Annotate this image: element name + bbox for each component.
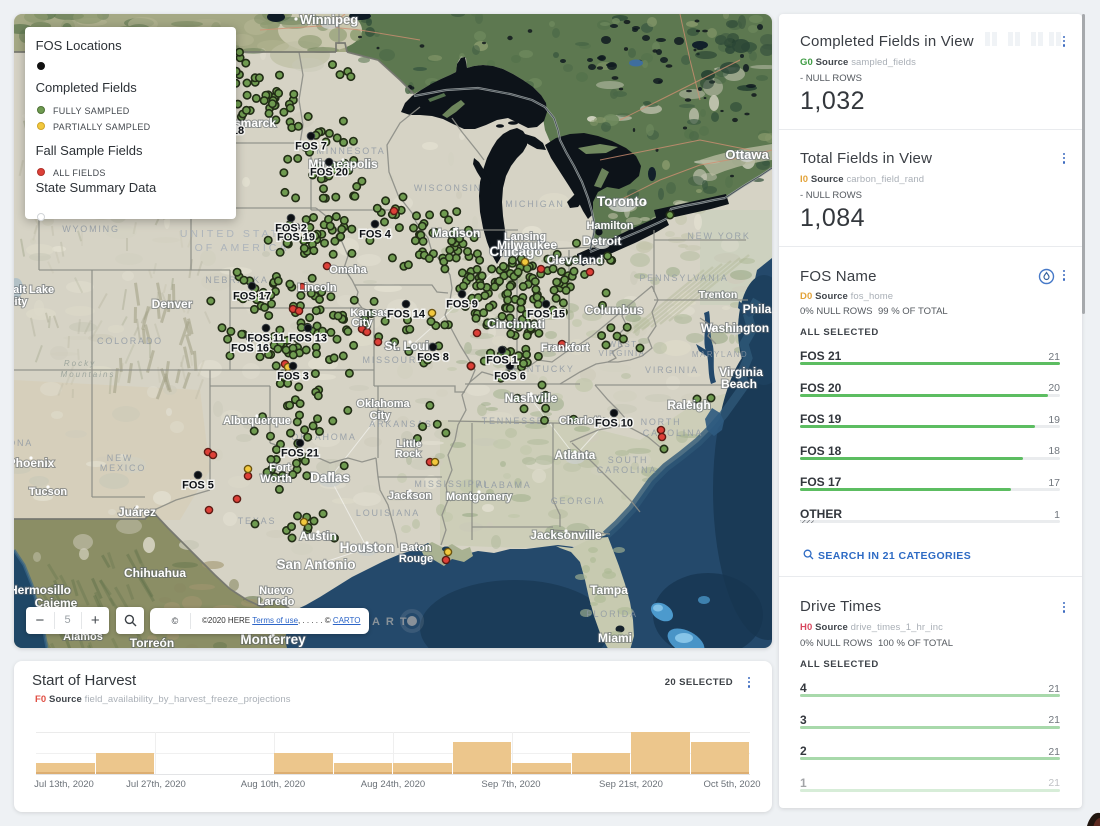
svg-text:MISSOURI: MISSOURI bbox=[363, 355, 422, 365]
svg-text:Worth: Worth bbox=[260, 473, 292, 485]
svg-text:ALABAMA: ALABAMA bbox=[476, 480, 531, 490]
svg-text:MARYLAND: MARYLAND bbox=[692, 350, 748, 359]
svg-text:Mountains: Mountains bbox=[61, 370, 116, 379]
svg-text:FOS 1: FOS 1 bbox=[486, 355, 518, 367]
svg-text:Columbus: Columbus bbox=[585, 303, 644, 317]
svg-text:City: City bbox=[14, 296, 28, 308]
svg-text:Omaha: Omaha bbox=[329, 264, 367, 276]
svg-text:Ottawa: Ottawa bbox=[725, 147, 769, 162]
svg-text:GEORGIA: GEORGIA bbox=[551, 496, 606, 506]
svg-text:WISCONSIN: WISCONSIN bbox=[414, 183, 482, 193]
svg-text:Denver: Denver bbox=[152, 297, 193, 311]
svg-text:Hermosillo: Hermosillo bbox=[14, 583, 71, 597]
svg-text:Phoenix: Phoenix bbox=[14, 456, 55, 470]
svg-text:Oklahoma: Oklahoma bbox=[356, 398, 410, 410]
svg-text:Chihuahua: Chihuahua bbox=[124, 566, 186, 580]
svg-text:Toronto: Toronto bbox=[597, 194, 647, 209]
svg-text:FOS 5: FOS 5 bbox=[182, 480, 214, 492]
svg-text:Salt Lake: Salt Lake bbox=[14, 284, 54, 296]
svg-text:SOUTH: SOUTH bbox=[608, 455, 649, 465]
svg-text:FOS 6: FOS 6 bbox=[494, 371, 526, 383]
svg-text:Winnipeg: Winnipeg bbox=[300, 14, 358, 27]
svg-text:Trenton: Trenton bbox=[699, 289, 738, 301]
svg-text:Raleigh: Raleigh bbox=[667, 398, 710, 412]
svg-text:Rocky: Rocky bbox=[64, 359, 96, 368]
svg-text:COLORADO: COLORADO bbox=[97, 336, 163, 346]
svg-text:FOS 21: FOS 21 bbox=[281, 448, 319, 460]
svg-text:WYOMING: WYOMING bbox=[62, 224, 120, 234]
svg-text:City: City bbox=[352, 317, 374, 329]
svg-text:Rock: Rock bbox=[395, 448, 421, 460]
svg-text:PENNSYLVANIA: PENNSYLVANIA bbox=[639, 273, 728, 283]
svg-text:FOS 20: FOS 20 bbox=[310, 167, 348, 179]
svg-text:NORTH: NORTH bbox=[641, 417, 682, 427]
svg-text:Rouge: Rouge bbox=[399, 553, 433, 565]
svg-text:Atlanta: Atlanta bbox=[555, 448, 596, 462]
svg-text:City: City bbox=[370, 410, 392, 422]
svg-text:Frankfort: Frankfort bbox=[541, 342, 590, 354]
svg-text:MICHIGAN: MICHIGAN bbox=[505, 199, 564, 209]
svg-text:FOS 16: FOS 16 bbox=[231, 343, 269, 355]
svg-text:Laredo: Laredo bbox=[258, 596, 295, 608]
svg-text:ZONA: ZONA bbox=[14, 438, 33, 448]
svg-text:Phila: Phila bbox=[743, 302, 772, 316]
svg-text:Torreón: Torreón bbox=[130, 636, 174, 648]
svg-text:CAROLINA: CAROLINA bbox=[643, 428, 703, 438]
svg-text:OF AMERICA: OF AMERICA bbox=[195, 242, 290, 254]
svg-text:Dallas: Dallas bbox=[310, 470, 350, 485]
svg-text:NEW: NEW bbox=[107, 453, 133, 463]
svg-text:FOS 10: FOS 10 bbox=[595, 418, 633, 430]
svg-text:FOS 17: FOS 17 bbox=[233, 291, 271, 303]
svg-text:FOS 15: FOS 15 bbox=[527, 309, 565, 321]
svg-text:FOS 13: FOS 13 bbox=[289, 333, 327, 345]
svg-text:Hamilton: Hamilton bbox=[586, 220, 633, 232]
svg-text:LOUISIANA: LOUISIANA bbox=[356, 508, 420, 518]
svg-text:Washington: Washington bbox=[701, 321, 769, 335]
svg-text:Lansing: Lansing bbox=[504, 231, 546, 243]
svg-text:MEXICO: MEXICO bbox=[100, 463, 146, 473]
svg-text:Detroit: Detroit bbox=[583, 234, 622, 248]
svg-text:Beach: Beach bbox=[721, 377, 757, 391]
svg-text:FOS 3: FOS 3 bbox=[277, 371, 309, 383]
svg-text:FOS 7: FOS 7 bbox=[295, 141, 327, 153]
svg-text:Cleveland: Cleveland bbox=[547, 253, 604, 267]
svg-text:FOS 8: FOS 8 bbox=[417, 352, 449, 364]
svg-text:CAROLINA: CAROLINA bbox=[597, 465, 657, 475]
svg-text:FOS 19: FOS 19 bbox=[277, 232, 315, 244]
svg-text:Lincoln: Lincoln bbox=[297, 282, 336, 294]
svg-text:FOS 4: FOS 4 bbox=[359, 229, 392, 241]
svg-text:Miami: Miami bbox=[598, 631, 632, 645]
svg-text:VIRGINIA: VIRGINIA bbox=[645, 365, 699, 375]
svg-text:FOS 14: FOS 14 bbox=[387, 309, 426, 321]
svg-text:Tampa: Tampa bbox=[590, 583, 628, 597]
svg-text:FOS 9: FOS 9 bbox=[446, 299, 478, 311]
svg-text:San Antonio: San Antonio bbox=[277, 557, 356, 572]
svg-text:FLORIDA: FLORIDA bbox=[586, 609, 638, 619]
svg-text:NEW YORK: NEW YORK bbox=[687, 231, 750, 241]
